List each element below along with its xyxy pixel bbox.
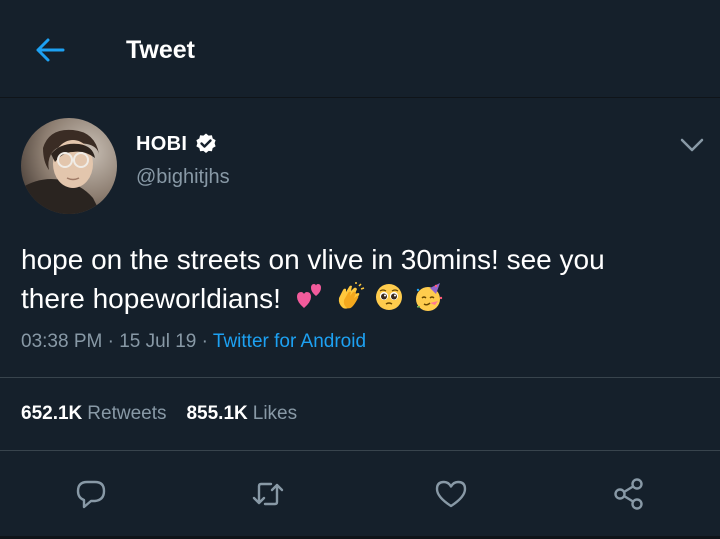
retweets-count: 652.1K bbox=[21, 403, 83, 424]
avatar-image bbox=[21, 118, 117, 214]
pleading-face-emoji-icon bbox=[376, 284, 403, 310]
tweet-body: hope on the streets on vlive in 30mins! … bbox=[21, 240, 701, 318]
back-arrow-icon bbox=[36, 38, 65, 62]
tweet-date: 15 Jul 19 bbox=[119, 331, 197, 352]
tweet-time: 03:38 PM bbox=[21, 331, 103, 352]
chevron-down-icon bbox=[680, 138, 704, 152]
top-bar: Tweet bbox=[0, 0, 720, 98]
two-hearts-emoji-icon bbox=[296, 284, 321, 308]
retweets-label: Retweets bbox=[87, 403, 167, 424]
retweets-stat[interactable]: 652.1K Retweets bbox=[21, 403, 166, 424]
author-handle[interactable]: @bighitjhs bbox=[136, 166, 230, 189]
meta-separator: · bbox=[196, 331, 213, 352]
meta-separator: · bbox=[102, 331, 120, 352]
tweet-source-link[interactable]: Twitter for Android bbox=[213, 331, 366, 352]
tweet-stats: 652.1K Retweets 855.1K Likes bbox=[21, 403, 297, 425]
heart-icon bbox=[435, 480, 467, 508]
page-title: Tweet bbox=[126, 36, 195, 64]
divider bbox=[0, 377, 720, 378]
tweet-text-line-1: hope on the streets on vlive in 30mins! … bbox=[21, 244, 605, 275]
tweet-actions bbox=[0, 468, 720, 518]
back-button[interactable] bbox=[30, 30, 70, 70]
tweet-text-line-2: there hopeworldians! bbox=[21, 283, 281, 314]
likes-count: 855.1K bbox=[186, 403, 248, 424]
tweet-detail-screen: Tweet HOBI @bighitjhs hope on the street… bbox=[0, 0, 720, 539]
like-button[interactable] bbox=[431, 474, 471, 514]
likes-label: Likes bbox=[252, 403, 298, 424]
clapping-hands-emoji-icon bbox=[338, 282, 364, 309]
share-icon bbox=[614, 478, 643, 510]
divider bbox=[0, 450, 720, 451]
partying-face-emoji-icon bbox=[416, 283, 443, 311]
avatar[interactable] bbox=[21, 118, 117, 214]
more-options-button[interactable] bbox=[678, 134, 706, 156]
retweet-button[interactable] bbox=[248, 474, 288, 514]
author-name[interactable]: HOBI bbox=[136, 133, 187, 156]
likes-stat[interactable]: 855.1K Likes bbox=[186, 403, 297, 424]
share-button[interactable] bbox=[609, 474, 649, 514]
tweet-meta: 03:38 PM · 15 Jul 19 · Twitter for Andro… bbox=[21, 331, 366, 353]
reply-icon bbox=[76, 480, 106, 509]
verified-badge-icon bbox=[196, 133, 216, 153]
retweet-icon bbox=[252, 482, 284, 506]
tweet-author[interactable]: HOBI @bighitjhs bbox=[136, 130, 230, 189]
reply-button[interactable] bbox=[71, 474, 111, 514]
